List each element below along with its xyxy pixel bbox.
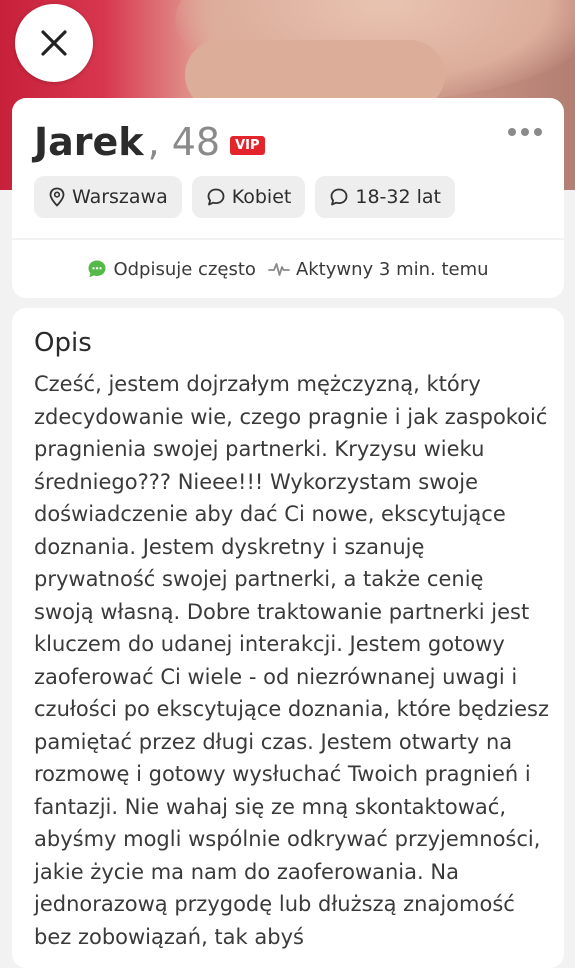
more-dot-icon (508, 128, 516, 136)
reply-status: Odpisuje często (87, 258, 256, 280)
profile-age: , 48 (147, 120, 221, 164)
chip-looking-for-label: Kobiet (231, 186, 292, 208)
chip-looking-for: Kobiet (191, 176, 306, 218)
more-dot-icon (521, 128, 529, 136)
chat-bubble-icon (207, 188, 225, 206)
more-options-button[interactable] (508, 128, 542, 136)
description-title: Opis (34, 328, 92, 358)
close-icon (41, 30, 67, 56)
vip-badge: VIP (230, 136, 265, 155)
description-card: Opis Cześć, jestem dojrzałym mężczyzną, … (12, 308, 564, 968)
reply-chat-icon (88, 260, 106, 278)
more-dot-icon (534, 128, 542, 136)
location-pin-icon (49, 187, 65, 207)
profile-chips: Warszawa Kobiet 18-32 lat (34, 176, 455, 218)
chip-location: Warszawa (34, 176, 182, 218)
close-button[interactable] (15, 4, 93, 82)
reply-status-label: Odpisuje często (113, 258, 256, 280)
chat-bubble-icon (330, 188, 348, 206)
activity-pulse-icon (268, 263, 290, 276)
activity-status: Aktywny 3 min. temu (268, 259, 489, 280)
status-card: Odpisuje często Aktywny 3 min. temu (12, 240, 564, 298)
activity-status-label: Aktywny 3 min. temu (295, 258, 489, 280)
name-row: Jarek , 48 VIP (34, 120, 265, 164)
profile-card: Jarek , 48 VIP Warszawa Kobiet 18-32 lat (12, 98, 564, 238)
chip-age-range: 18-32 lat (315, 176, 455, 218)
chip-location-label: Warszawa (72, 186, 168, 208)
chip-age-range-label: 18-32 lat (355, 186, 441, 208)
description-text: Cześć, jestem dojrzałym mężczyzną, który… (34, 372, 550, 949)
profile-name: Jarek (34, 120, 144, 164)
